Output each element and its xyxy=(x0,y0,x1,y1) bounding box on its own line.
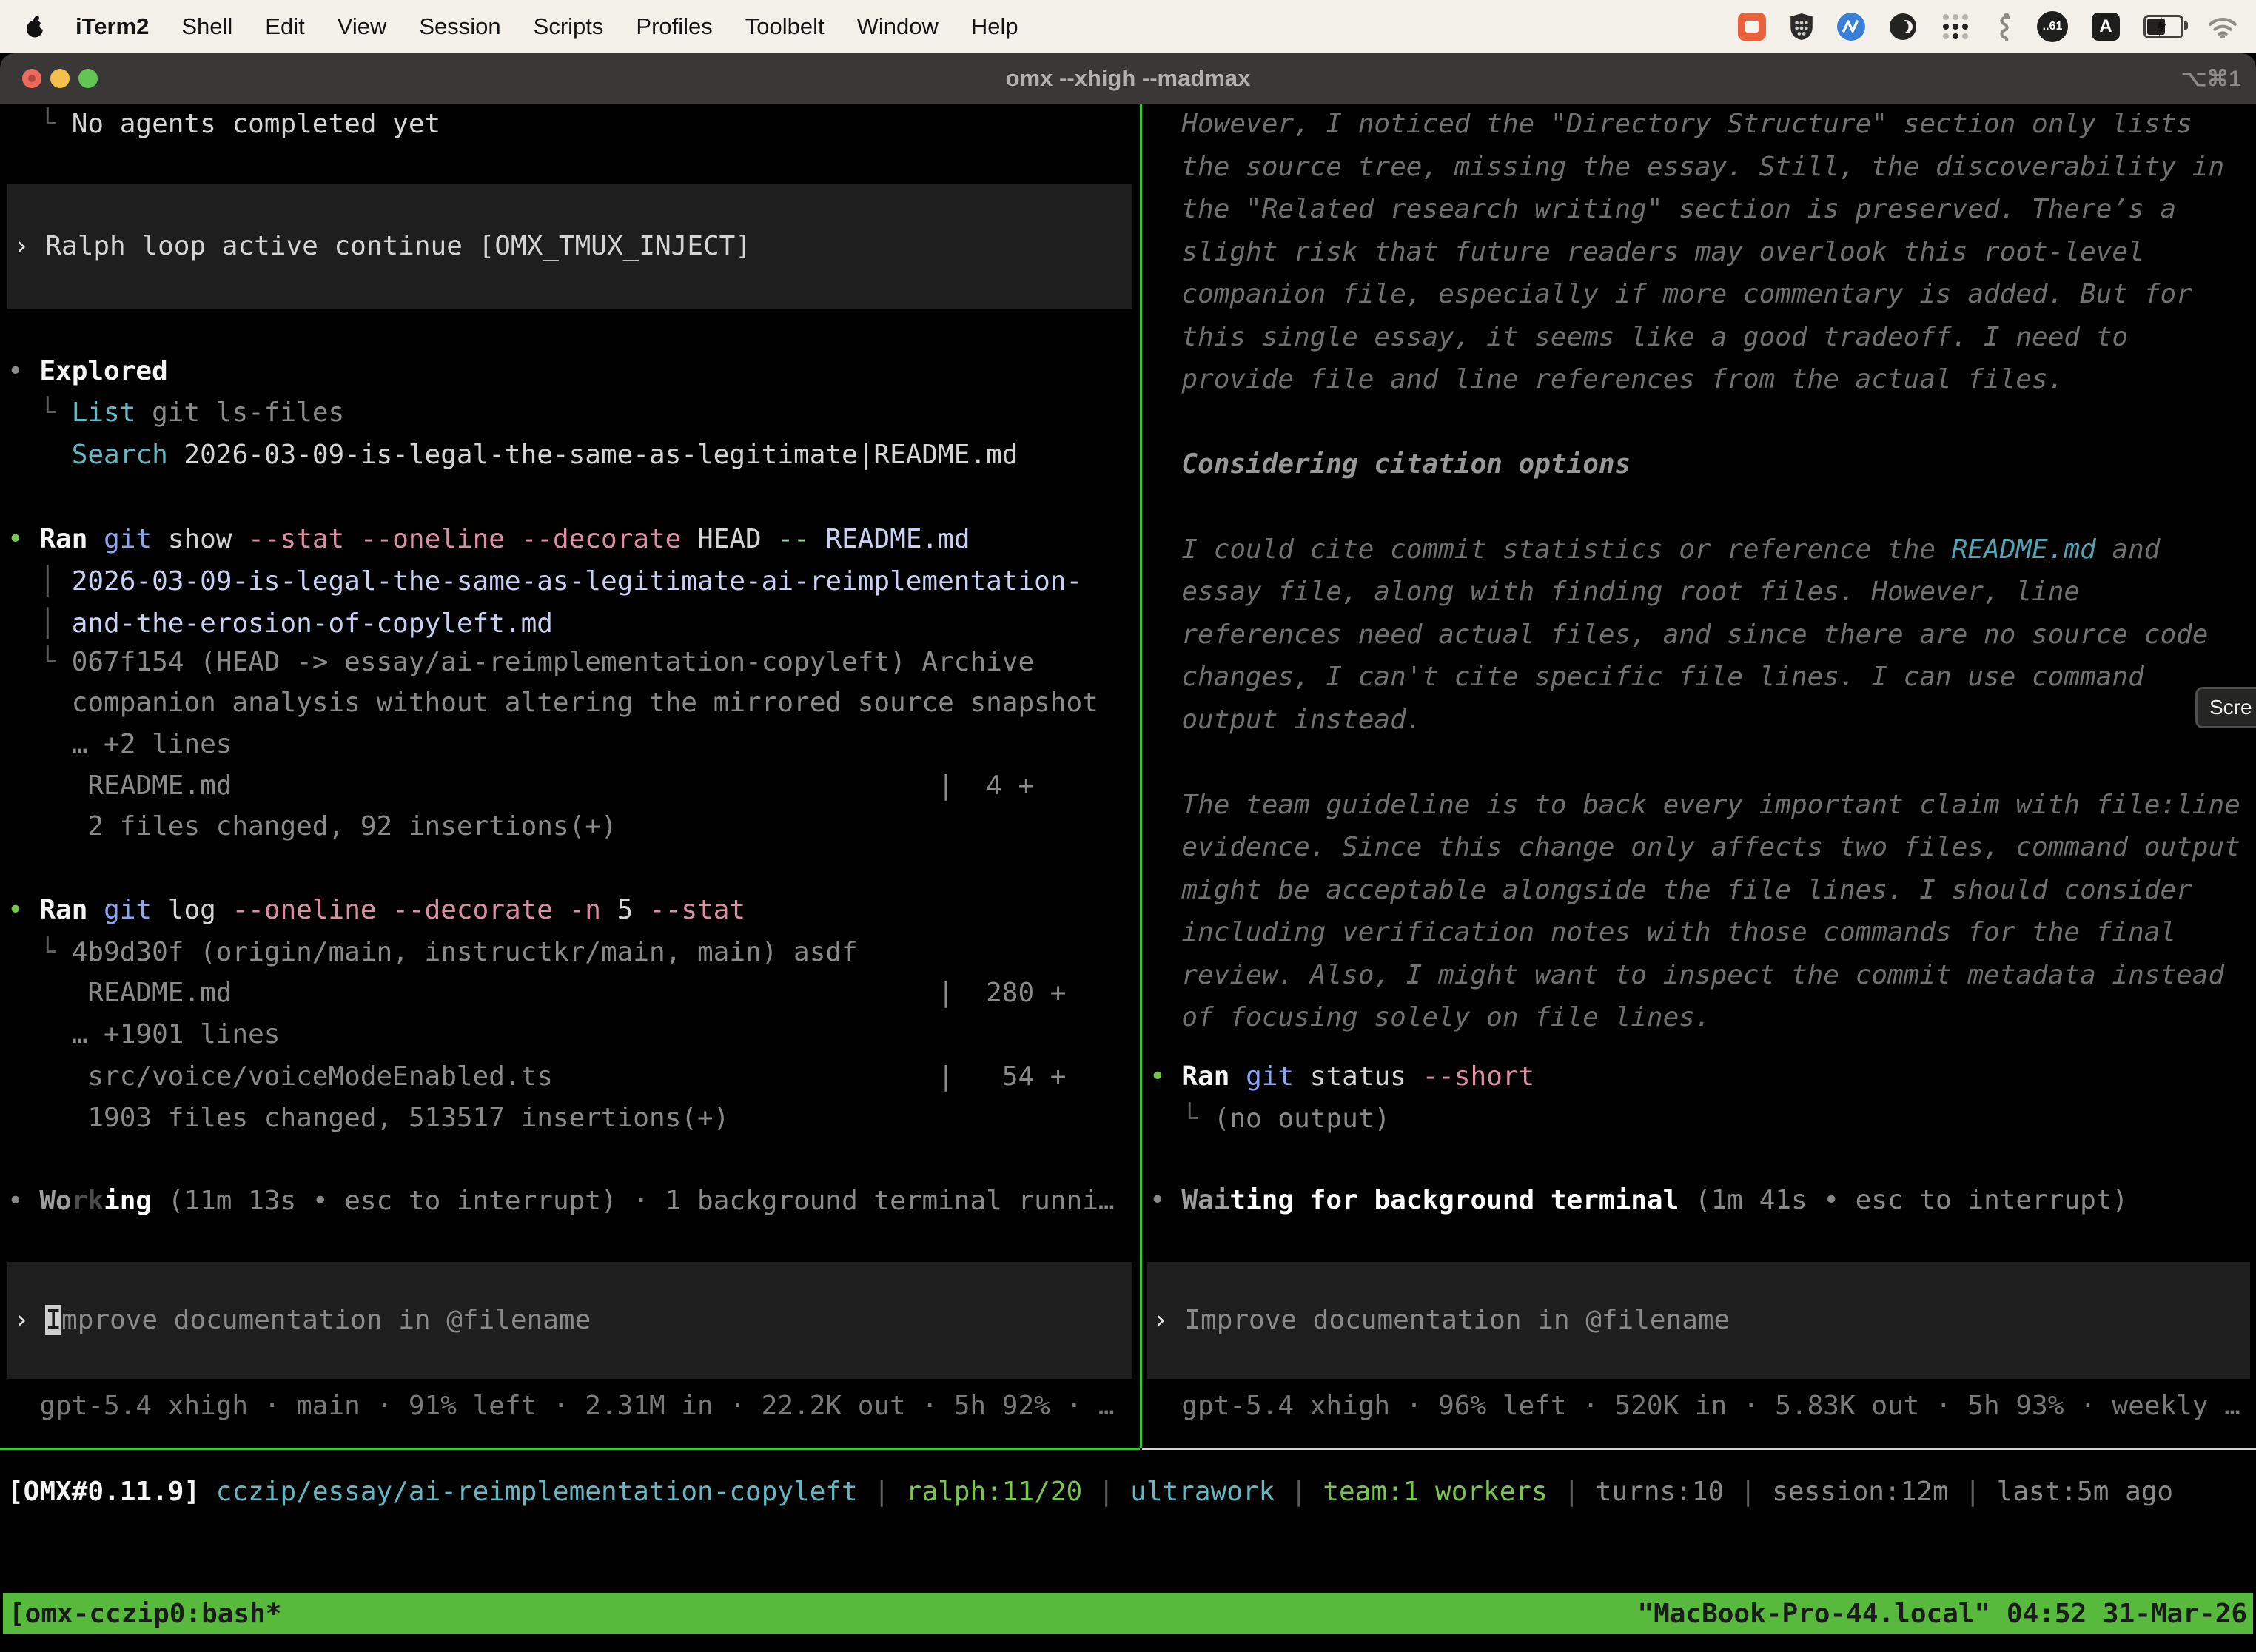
ticker-badge-icon[interactable]: ..61 xyxy=(2037,11,2068,42)
tmux-host-time: "MacBook-Pro-44.local" 04:52 31-Mar-26 xyxy=(1637,1599,2247,1629)
menu-status-icons: ..61 A xyxy=(1738,0,2238,53)
terminal-line: │ 2026-03-09-is-legal-the-same-as-legiti… xyxy=(7,560,1082,603)
menu-toolbelt[interactable]: Toolbelt xyxy=(745,13,825,40)
tmux-status-bar: [omx-cczip0:bash* "MacBook-Pro-44.local"… xyxy=(3,1593,2253,1634)
ralph-loop-banner: › Ralph loop active continue [OMX_TMUX_I… xyxy=(7,184,1132,309)
terminal-line: this single essay, it seems like a good … xyxy=(1149,316,2128,359)
terminal-line: README.md | 280 + xyxy=(7,972,1066,1015)
screen: iTerm2 Shell Edit View Session Scripts P… xyxy=(0,0,2256,1652)
zigzag-badge-icon[interactable] xyxy=(1837,13,1865,41)
terminal-line: • Waiting for background terminal (1m 41… xyxy=(1149,1179,2128,1222)
terminal-line: • Ran git show --stat --oneline --decora… xyxy=(7,518,970,561)
terminal-line: │ and-the-erosion-of-copyleft.md xyxy=(7,602,553,645)
left-pane-bottom-border xyxy=(0,1448,1140,1450)
keyboard-layout-icon[interactable]: A xyxy=(2092,13,2120,41)
terminal-content: › Ralph loop active continue [OMX_TMUX_I… xyxy=(0,0,2256,1652)
terminal-line: Considering citation options xyxy=(1149,443,1631,486)
terminal-line: companion file, especially if more comme… xyxy=(1149,273,2192,316)
terminal-line: slight risk that future readers may over… xyxy=(1149,231,2144,274)
terminal-line: references need actual files, and since … xyxy=(1149,614,2208,657)
terminal-line: changes, I can't cite specific file line… xyxy=(1149,656,2144,699)
terminal-line: I could cite commit statistics or refere… xyxy=(1149,528,2160,571)
terminal-line: evidence. Since this change only affects… xyxy=(1149,826,2240,869)
dots-grid-icon[interactable] xyxy=(1941,12,1970,41)
terminal-line: However, I noticed the "Directory Struct… xyxy=(1149,103,2192,146)
terminal-line: • Ran git log --oneline --decorate -n 5 … xyxy=(7,889,745,932)
terminal-line: • Working (11m 13s • esc to interrupt) ·… xyxy=(7,1180,1115,1223)
menu-shell[interactable]: Shell xyxy=(181,13,232,40)
right-pane-bottom-border xyxy=(1142,1448,2256,1450)
menu-session[interactable]: Session xyxy=(419,13,500,40)
terminal-line: companion analysis without altering the … xyxy=(7,682,1098,725)
keyboard-layout-letter: A xyxy=(2099,16,2112,37)
terminal-line: review. Also, I might want to inspect th… xyxy=(1149,954,2224,997)
terminal-line: … +1901 lines xyxy=(7,1013,280,1056)
terminal-line: › Improve documentation in @filename xyxy=(13,1299,591,1342)
battery-icon[interactable] xyxy=(2143,15,2183,38)
tooltip-text: Scre xyxy=(2209,696,2252,719)
menu-scripts[interactable]: Scripts xyxy=(534,13,604,40)
terminal-line: • Ran git status --short xyxy=(1149,1055,1534,1098)
terminal-line: of focusing solely on file lines. xyxy=(1149,996,1711,1039)
screen-tooltip: Scre xyxy=(2195,687,2256,728)
terminal-line: including verification notes with those … xyxy=(1149,911,2176,954)
chat-app-icon[interactable] xyxy=(1738,13,1766,41)
squiggle-icon[interactable] xyxy=(1994,12,2013,41)
terminal-line: › Improve documentation in @filename xyxy=(1152,1299,1730,1342)
menu-window[interactable]: Window xyxy=(857,13,939,40)
apple-menu-icon[interactable] xyxy=(25,15,46,38)
terminal-line: └ 067f154 (HEAD -> essay/ai-reimplementa… xyxy=(7,641,1034,684)
terminal-line: 1903 files changed, 513517 insertions(+) xyxy=(7,1097,729,1140)
left-prompt-input[interactable]: › Improve documentation in @filename xyxy=(7,1262,1132,1379)
menu-iterm2[interactable]: iTerm2 xyxy=(75,13,149,40)
terminal-line: output instead. xyxy=(1149,699,1422,742)
ticker-badge-text: ..61 xyxy=(2043,20,2063,33)
right-prompt-input[interactable]: › Improve documentation in @filename xyxy=(1147,1262,2250,1379)
menu-help[interactable]: Help xyxy=(971,13,1018,40)
terminal-line: [OMX#0.11.9] cczip/essay/ai-reimplementa… xyxy=(7,1471,2173,1514)
pane-divider[interactable] xyxy=(1140,104,1142,1448)
terminal-line: src/voice/voiceModeEnabled.ts | 54 + xyxy=(7,1055,1066,1098)
terminal-line: provide file and line references from th… xyxy=(1149,358,2064,401)
terminal-line: gpt-5.4 xhigh · 96% left · 520K in · 5.8… xyxy=(1149,1385,2240,1428)
menu-view[interactable]: View xyxy=(338,13,387,40)
shield-icon[interactable] xyxy=(1790,13,1813,41)
terminal-line: • Explored xyxy=(7,350,168,393)
terminal-line: The team guideline is to back every impo… xyxy=(1149,784,2240,827)
terminal-line: gpt-5.4 xhigh · main · 91% left · 2.31M … xyxy=(7,1385,1115,1428)
menu-edit[interactable]: Edit xyxy=(265,13,304,40)
terminal-line: └ No agents completed yet xyxy=(7,103,440,146)
terminal-line: … +2 lines xyxy=(7,723,232,766)
terminal-line: └ 4b9d30f (origin/main, instructkr/main,… xyxy=(7,931,858,974)
terminal-line: 2 files changed, 92 insertions(+) xyxy=(7,805,617,848)
menu-bar: iTerm2 Shell Edit View Session Scripts P… xyxy=(0,0,2256,53)
terminal-line: README.md | 4 + xyxy=(7,765,1034,807)
menu-profiles[interactable]: Profiles xyxy=(636,13,712,40)
wifi-icon[interactable] xyxy=(2207,15,2238,38)
terminal-line: › Ralph loop active continue [OMX_TMUX_I… xyxy=(13,225,751,268)
terminal-line: might be acceptable alongside the file l… xyxy=(1149,869,2192,912)
terminal-line: essay file, along with finding root file… xyxy=(1149,571,2080,614)
terminal-line: └ List git ls-files xyxy=(7,392,344,434)
terminal-line: └ (no output) xyxy=(1149,1098,1390,1141)
crescent-app-icon[interactable] xyxy=(1889,13,1917,41)
tmux-session-label: [omx-cczip0:bash* xyxy=(9,1599,281,1629)
terminal-line: Search 2026-03-09-is-legal-the-same-as-l… xyxy=(7,434,1018,477)
terminal-line: the "Related research writing" section i… xyxy=(1149,188,2176,231)
terminal-line: the source tree, missing the essay. Stil… xyxy=(1149,146,2224,189)
